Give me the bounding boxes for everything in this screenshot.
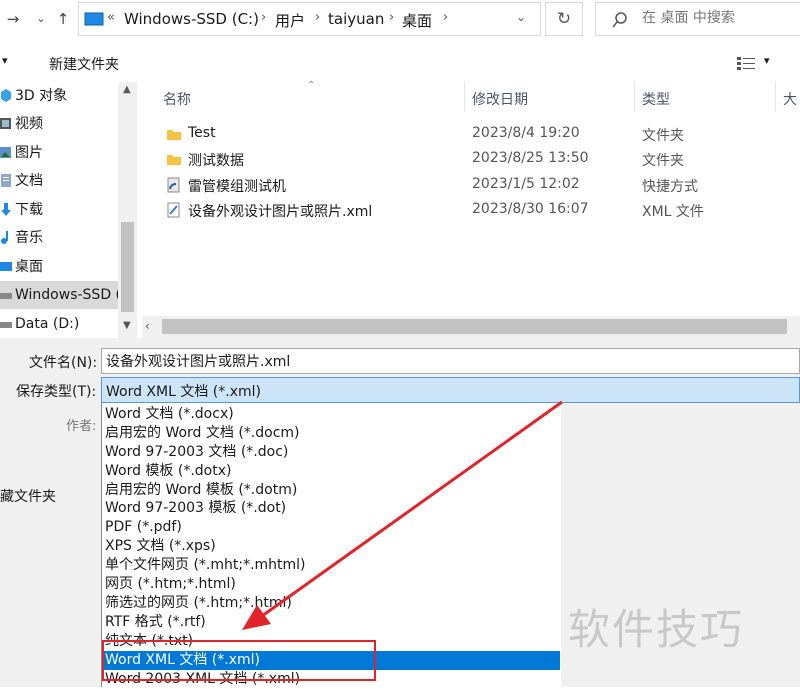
annotation-arrow — [242, 400, 563, 630]
watermark-text: 软件技巧 — [568, 605, 745, 654]
